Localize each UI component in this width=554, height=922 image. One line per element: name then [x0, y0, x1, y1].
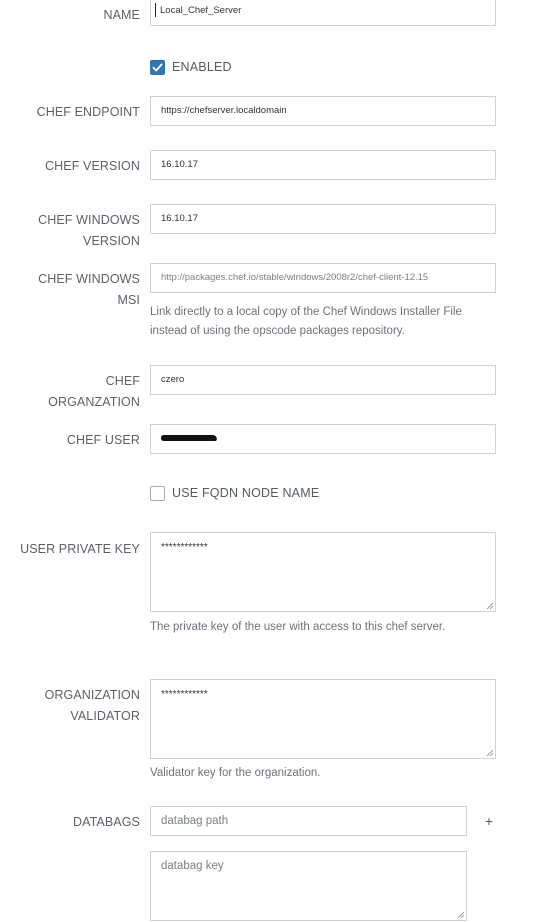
databag-path-placeholder: databag path	[161, 815, 229, 827]
chef-endpoint-input[interactable]: https://chefserver.localdomain	[150, 96, 496, 126]
databag-path-input[interactable]: databag path	[150, 806, 467, 836]
use-fqdn-checkbox-row[interactable]: USE FQDN NODE NAME	[150, 483, 319, 503]
organization-validator-label: ORGANIZATION VALIDATOR	[0, 685, 140, 727]
chef-windows-msi-input[interactable]: http://packages.chef.io/stable/windows/2…	[150, 263, 496, 293]
chef-windows-version-input[interactable]: 16.10.17	[150, 204, 496, 234]
chef-user-input[interactable]	[150, 424, 496, 454]
databags-label: DATABAGS	[72, 815, 140, 829]
chef-windows-msi-value: http://packages.chef.io/stable/windows/2…	[161, 272, 429, 283]
user-private-key-textarea[interactable]: ************	[150, 532, 496, 612]
organization-validator-label-line1: ORGANIZATION	[44, 688, 140, 702]
name-value: Local_Chef_Server	[160, 5, 242, 16]
organization-validator-label-line2: VALIDATOR	[70, 709, 140, 723]
chef-windows-version-label-line1: CHEF WINDOWS	[38, 213, 140, 227]
add-databag-button[interactable]: +	[484, 811, 494, 831]
name-input[interactable]: Local_Chef_Server	[150, 0, 496, 26]
chef-version-value: 16.10.17	[161, 159, 198, 170]
text-cursor	[155, 3, 156, 18]
chef-windows-msi-label-line2: MSI	[117, 293, 140, 307]
chef-user-label: CHEF USER	[66, 433, 140, 447]
user-private-key-help: The private key of the user with access …	[150, 621, 446, 633]
organization-validator-help: Validator key for the organization.	[150, 767, 321, 779]
use-fqdn-checkbox[interactable]	[150, 485, 165, 501]
name-label: NAME	[103, 8, 140, 22]
enabled-checkbox-row[interactable]: ENABLED	[150, 57, 232, 77]
resize-grip-icon[interactable]	[486, 749, 494, 757]
chef-organization-value: czero	[161, 374, 185, 385]
databag-key-textarea[interactable]: databag key	[150, 851, 467, 921]
chef-windows-msi-label: CHEF WINDOWS MSI	[0, 269, 140, 311]
chef-windows-version-value: 16.10.17	[161, 213, 198, 224]
chef-organization-label: CHEF ORGANZATION	[0, 371, 140, 413]
chef-windows-version-label-line2: VERSION	[83, 234, 140, 248]
chef-organization-label-line2: ORGANZATION	[48, 395, 140, 409]
chef-version-label: CHEF VERSION	[45, 159, 140, 173]
resize-grip-icon[interactable]	[486, 602, 494, 610]
chef-endpoint-label: CHEF ENDPOINT	[36, 105, 140, 119]
user-private-key-label: USER PRIVATE KEY	[20, 542, 140, 556]
organization-validator-textarea[interactable]: ************	[150, 679, 496, 759]
resize-grip-icon[interactable]	[457, 911, 465, 919]
checkmark-icon	[152, 63, 163, 71]
enabled-label: ENABLED	[172, 60, 232, 74]
chef-endpoint-value: https://chefserver.localdomain	[161, 105, 287, 116]
chef-windows-msi-label-line1: CHEF WINDOWS	[38, 272, 140, 286]
chef-windows-msi-help: Link directly to a local copy of the Che…	[150, 306, 462, 337]
redacted-value	[160, 435, 218, 442]
chef-organization-label-line1: CHEF	[105, 374, 140, 388]
chef-windows-version-label: CHEF WINDOWS VERSION	[0, 210, 140, 252]
use-fqdn-label: USE FQDN NODE NAME	[172, 486, 320, 500]
chef-version-input[interactable]: 16.10.17	[150, 150, 496, 180]
user-private-key-value: ************	[161, 542, 208, 553]
enabled-checkbox[interactable]	[150, 59, 165, 75]
databag-key-placeholder: databag key	[161, 860, 224, 872]
chef-organization-input[interactable]: czero	[150, 365, 496, 395]
organization-validator-value: ************	[161, 689, 208, 700]
